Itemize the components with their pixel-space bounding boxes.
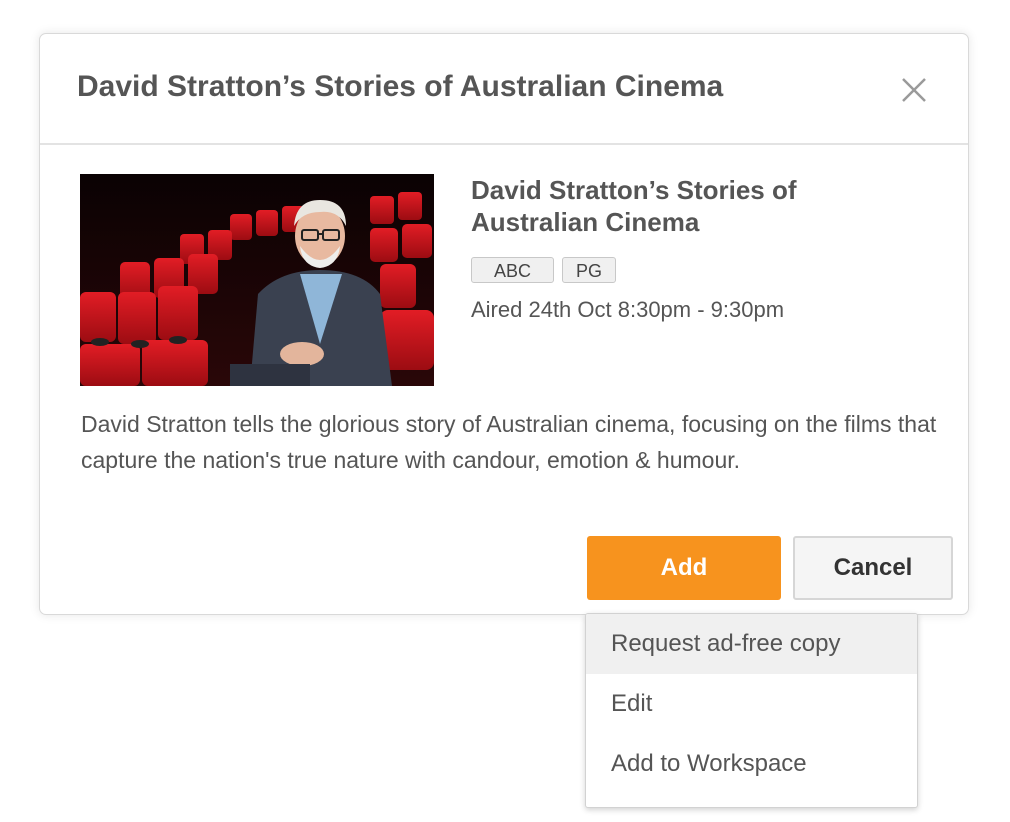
menu-item-request-ad-free-copy[interactable]: Request ad-free copy (586, 614, 917, 674)
aired-time: Aired 24th Oct 8:30pm - 9:30pm (471, 297, 785, 322)
menu-item-add-to-workspace[interactable]: Add to Workspace (586, 734, 917, 794)
modal-header: David Stratton’s Stories of Australian C… (40, 34, 968, 145)
program-description: David Stratton tells the glorious story … (81, 411, 937, 473)
add-button[interactable]: Add (587, 536, 781, 600)
menu-item-edit[interactable]: Edit (586, 674, 917, 734)
program-thumbnail (80, 174, 434, 386)
modal-title: David Stratton’s Stories of Australian C… (77, 70, 724, 103)
channel-badge: ABC (471, 257, 555, 283)
close-icon[interactable] (898, 74, 930, 106)
cancel-button[interactable]: Cancel (793, 536, 953, 600)
add-options-menu: Request ad-free copy Edit Add to Workspa… (585, 613, 918, 808)
program-title: David Stratton’s Stories of Australian C… (471, 175, 797, 237)
rating-badge: PG (562, 257, 617, 283)
program-modal: David Stratton’s Stories of Australian C… (39, 33, 969, 615)
tags-row: ABC PG (471, 257, 617, 283)
